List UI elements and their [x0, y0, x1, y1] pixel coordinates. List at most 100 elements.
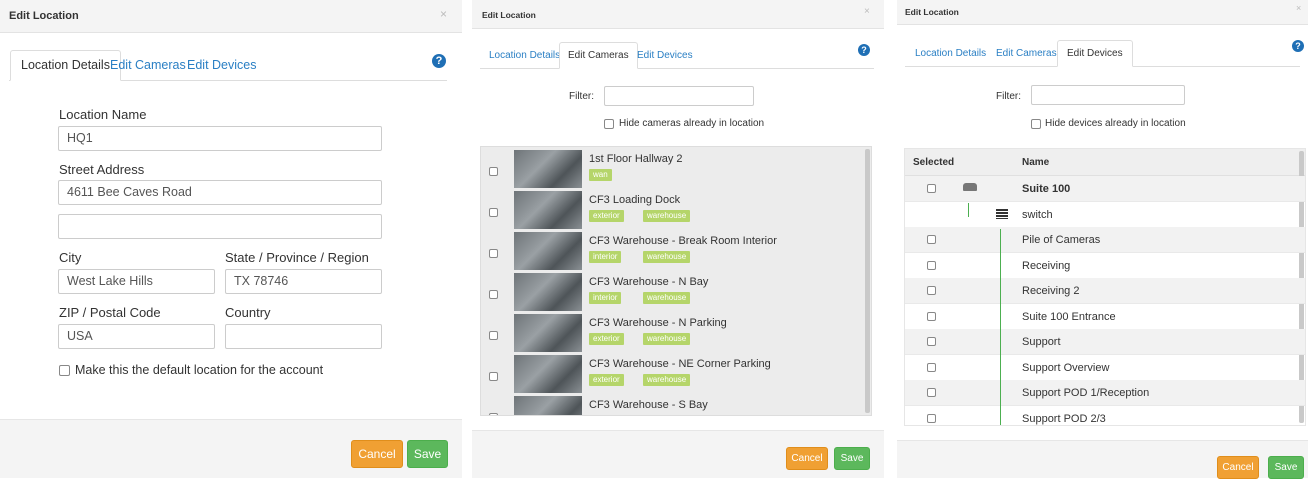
device-name: switch: [1022, 208, 1053, 221]
cancel-button[interactable]: Cancel: [786, 447, 828, 470]
table-row[interactable]: Support Overview: [905, 355, 1305, 381]
camera-row[interactable]: CF3 Loading Dock exterior warehouse: [481, 190, 863, 231]
camera-thumbnail: [514, 273, 582, 311]
tab-edit-devices[interactable]: Edit Devices: [1057, 40, 1133, 67]
tab-edit-cameras[interactable]: Edit Cameras: [559, 42, 638, 69]
camera-row[interactable]: CF3 Warehouse - NE Corner Parking exterio…: [481, 354, 863, 395]
switch-icon: [996, 208, 1008, 219]
tab-bar: Location Details Edit Cameras Edit Devic…: [905, 40, 1300, 67]
close-icon[interactable]: ×: [864, 6, 870, 17]
table-row[interactable]: Suite 100: [905, 176, 1305, 202]
cancel-button[interactable]: Cancel: [351, 440, 403, 468]
table-row[interactable]: Support POD 2/3: [905, 406, 1305, 426]
hide-cameras-label: Hide cameras already in location: [619, 118, 765, 129]
camera-thumbnail: [514, 150, 582, 188]
help-icon[interactable]: ?: [858, 44, 870, 56]
tab-edit-devices[interactable]: Edit Devices: [187, 58, 256, 72]
dialog-header: Edit Location ×: [0, 0, 462, 33]
camera-tag: wan: [589, 169, 612, 181]
filter-input[interactable]: [604, 86, 754, 106]
tab-location-details[interactable]: Location Details: [10, 50, 121, 81]
zip-label: ZIP / Postal Code: [59, 305, 161, 320]
device-name: Support POD 2/3: [1022, 412, 1106, 425]
camera-select-checkbox[interactable]: [489, 208, 498, 217]
zip-input[interactable]: USA: [58, 324, 215, 349]
save-button[interactable]: Save: [1268, 456, 1304, 479]
filter-input[interactable]: [1031, 85, 1185, 105]
scrollbar[interactable]: [865, 149, 870, 413]
tab-location-details[interactable]: Location Details: [915, 48, 986, 59]
save-button[interactable]: Save: [834, 447, 870, 470]
camera-row[interactable]: CF3 Warehouse - Break Room Interior inter…: [481, 231, 863, 272]
camera-select-checkbox[interactable]: [489, 290, 498, 299]
camera-select-checkbox[interactable]: [489, 413, 498, 415]
tab-location-details[interactable]: Location Details: [489, 50, 560, 61]
camera-tag: interior: [589, 251, 622, 263]
country-input[interactable]: [225, 324, 382, 349]
camera-tag: warehouse: [643, 333, 691, 345]
table-row[interactable]: Support: [905, 329, 1305, 355]
hide-devices-checkbox[interactable]: [1031, 119, 1041, 129]
dialog-title: Edit Location: [482, 10, 536, 20]
camera-thumbnail: [514, 396, 582, 415]
camera-row[interactable]: CF3 Warehouse - N Bay interior warehouse: [481, 272, 863, 313]
camera-row[interactable]: CF3 Warehouse - S Bay: [481, 395, 863, 415]
hide-cameras-checkbox[interactable]: [604, 119, 614, 129]
camera-name: CF3 Loading Dock: [589, 194, 681, 206]
tree-connector: [1000, 229, 1001, 425]
tab-bar: Location Details Edit Cameras Edit Devic…: [480, 42, 874, 69]
dialog-footer: Cancel Save: [472, 430, 884, 478]
device-select-checkbox[interactable]: [927, 337, 936, 346]
table-row[interactable]: Pile of Cameras: [905, 227, 1305, 253]
table-row[interactable]: Support POD 1/Reception: [905, 380, 1305, 406]
camera-tag: exterior: [589, 333, 624, 345]
device-select-checkbox[interactable]: [927, 413, 936, 423]
cancel-button[interactable]: Cancel: [1217, 456, 1259, 479]
street-address-2-input[interactable]: [58, 214, 382, 239]
dialog-footer: Cancel Save: [897, 440, 1308, 479]
camera-select-checkbox[interactable]: [489, 331, 498, 340]
camera-row[interactable]: 1st Floor Hallway 2 wan: [481, 149, 863, 190]
device-select-checkbox[interactable]: [927, 235, 936, 244]
camera-row[interactable]: CF3 Warehouse - N Parking exterior warehou…: [481, 313, 863, 354]
close-icon[interactable]: ×: [1296, 3, 1301, 13]
close-icon[interactable]: ×: [440, 7, 447, 21]
camera-thumbnail: [514, 355, 582, 393]
device-select-checkbox[interactable]: [927, 362, 936, 372]
camera-list[interactable]: 1st Floor Hallway 2 wan CF3 Loading Dock ex…: [480, 146, 872, 416]
table-row[interactable]: Suite 100 Entrance: [905, 304, 1305, 330]
state-label: State / Province / Region: [225, 250, 369, 265]
devices-table: Selected Name Suite 100 switch Pile of Cam…: [904, 148, 1306, 426]
tab-bar: Location Details Edit Cameras Edit Devic…: [9, 50, 447, 81]
camera-select-checkbox[interactable]: [489, 167, 498, 176]
device-select-checkbox[interactable]: [927, 311, 936, 321]
table-row[interactable]: Receiving 2: [905, 278, 1305, 304]
location-name-input[interactable]: HQ1: [58, 126, 382, 151]
table-row[interactable]: Receiving: [905, 253, 1305, 279]
default-location-checkbox[interactable]: [59, 365, 70, 376]
street-address-label: Street Address: [59, 162, 145, 177]
save-button[interactable]: Save: [407, 440, 448, 468]
camera-select-checkbox[interactable]: [489, 249, 498, 258]
hide-devices-label: Hide devices already in location: [1045, 118, 1186, 129]
device-name: Support: [1022, 336, 1061, 348]
device-select-checkbox[interactable]: [927, 184, 936, 193]
street-address-input[interactable]: 4611 Bee Caves Road: [58, 180, 382, 205]
device-select-checkbox[interactable]: [927, 286, 936, 295]
device-select-checkbox[interactable]: [927, 260, 936, 270]
help-icon[interactable]: ?: [432, 54, 446, 68]
camera-name: CF3 Warehouse - N Parking: [589, 317, 727, 329]
tab-edit-devices[interactable]: Edit Devices: [637, 50, 693, 61]
state-input[interactable]: TX 78746: [225, 269, 382, 294]
table-row[interactable]: switch: [905, 202, 1305, 228]
camera-tag: warehouse: [643, 251, 691, 263]
edit-location-dialog-details: Edit Location × Location Details Edit Ca…: [0, 0, 462, 478]
city-input[interactable]: West Lake Hills: [58, 269, 215, 294]
device-select-checkbox[interactable]: [927, 388, 936, 397]
camera-select-checkbox[interactable]: [489, 372, 498, 381]
camera-tag: warehouse: [643, 210, 691, 222]
tab-edit-cameras[interactable]: Edit Cameras: [110, 58, 186, 72]
help-icon[interactable]: ?: [1292, 40, 1304, 52]
camera-tag: warehouse: [643, 374, 691, 386]
tab-edit-cameras[interactable]: Edit Cameras: [996, 48, 1057, 59]
